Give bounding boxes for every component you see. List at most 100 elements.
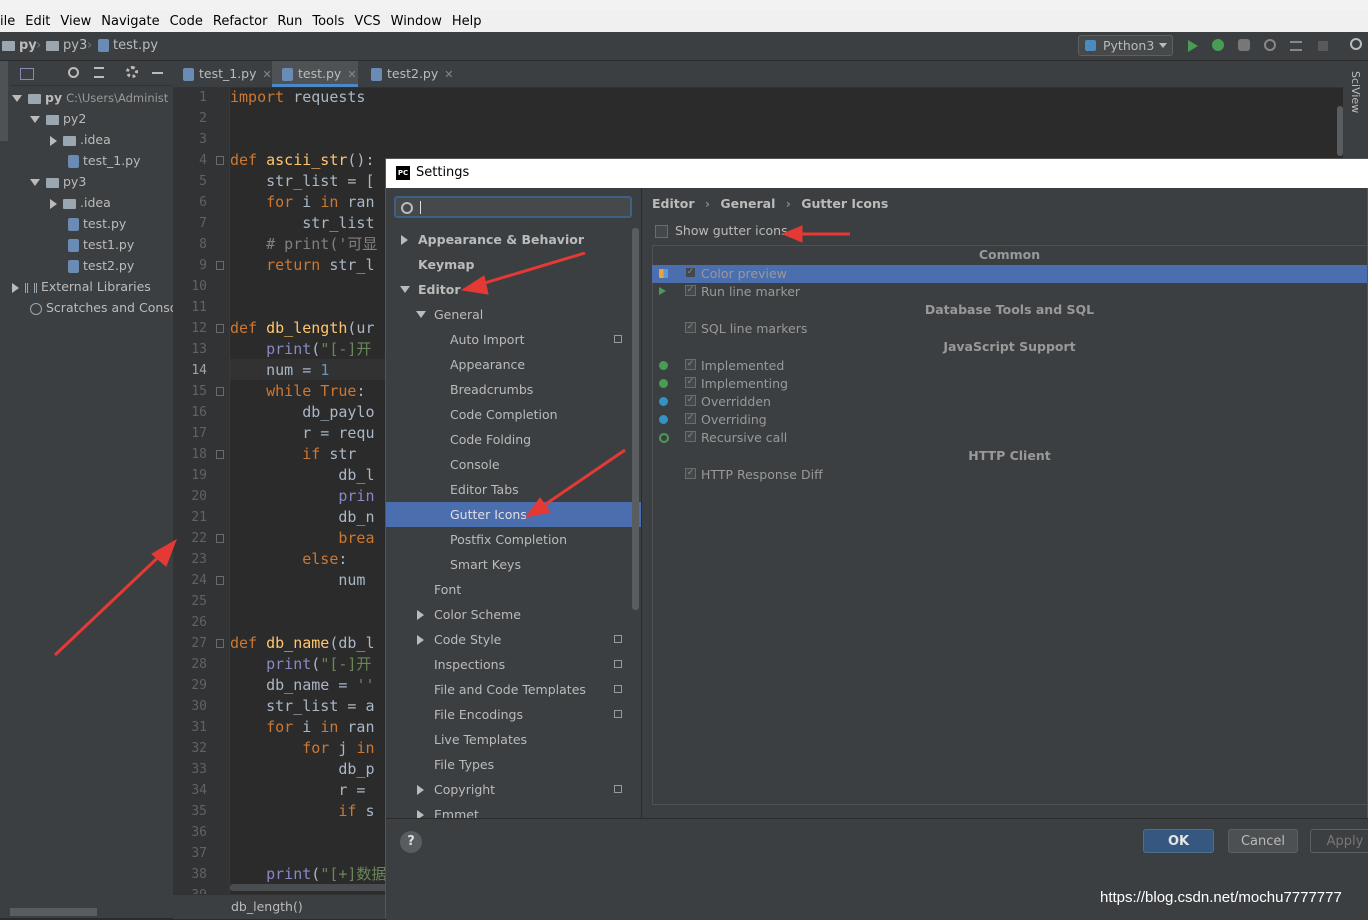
nav-file-encodings[interactable]: File Encodings (386, 702, 632, 727)
menu-edit[interactable]: Edit (25, 14, 50, 29)
fold-marker-icon[interactable] (216, 576, 224, 585)
tree-item-file[interactable]: test1.py (68, 234, 134, 255)
menu-file[interactable]: ile (0, 14, 15, 29)
menu-vcs[interactable]: VCS (354, 14, 380, 29)
tree-item-py[interactable]: py C:\Users\Administ (12, 87, 168, 108)
fold-marker-icon[interactable] (216, 450, 224, 459)
menu-window[interactable]: Window (391, 14, 442, 29)
menu-refactor[interactable]: Refactor (213, 14, 268, 29)
project-tool-tab[interactable] (0, 61, 8, 141)
nav-scrollbar[interactable] (632, 228, 639, 610)
ok-button[interactable]: OK (1143, 829, 1214, 853)
checkbox-checked[interactable]: ✓ (685, 413, 696, 424)
tree-item-file[interactable]: test.py (68, 213, 126, 234)
gear-icon[interactable] (126, 66, 138, 78)
tree-item-external-libraries[interactable]: External Libraries (12, 276, 151, 297)
tree-item-scratches[interactable]: Scratches and Consol (30, 297, 173, 318)
hide-icon[interactable] (152, 72, 163, 74)
nav-inspections[interactable]: Inspections (386, 652, 632, 677)
close-icon[interactable]: ✕ (263, 68, 272, 81)
stop-icon[interactable] (1318, 41, 1328, 51)
debug-icon[interactable] (1212, 39, 1224, 51)
tab-test2[interactable]: test2.py ✕ (361, 61, 477, 87)
status-breadcrumb[interactable]: db_length() (231, 899, 303, 914)
option-recursive-call[interactable]: ✓ Recursive call (652, 429, 1367, 447)
menu-run[interactable]: Run (277, 14, 302, 29)
nav-console[interactable]: Console (386, 452, 632, 477)
tab-test[interactable]: test.py ✕ (272, 61, 358, 87)
fold-marker-icon[interactable] (216, 387, 224, 396)
run-icon[interactable] (1188, 40, 1198, 52)
cancel-button[interactable]: Cancel (1228, 829, 1298, 853)
editor-vertical-scrollbar[interactable] (1337, 106, 1343, 156)
checkbox-checked[interactable]: ✓ (685, 468, 696, 479)
tree-item-idea[interactable]: .idea (50, 129, 111, 150)
checkbox-checked[interactable]: ✓ (685, 431, 696, 442)
tree-item-idea[interactable]: .idea (50, 192, 111, 213)
nav-appearance[interactable]: Appearance (386, 352, 632, 377)
checkbox-checked[interactable]: ✓ (685, 395, 696, 406)
fold-marker-icon[interactable] (216, 324, 224, 333)
option-http-response-diff[interactable]: ✓ HTTP Response Diff (652, 466, 1367, 484)
menu-navigate[interactable]: Navigate (101, 14, 159, 29)
fold-marker-icon[interactable] (216, 261, 224, 270)
close-icon[interactable]: ✕ (444, 68, 453, 81)
nav-color-scheme[interactable]: Color Scheme (386, 602, 632, 627)
locate-icon[interactable] (68, 67, 79, 78)
nav-postfix-completion[interactable]: Postfix Completion (386, 527, 632, 552)
concurrency-icon[interactable] (1290, 41, 1302, 51)
coverage-icon[interactable] (1238, 39, 1250, 51)
menu-tools[interactable]: Tools (312, 14, 344, 29)
option-overridden[interactable]: ✓ Overridden (652, 393, 1367, 411)
nav-breadcrumbs[interactable]: Breadcrumbs (386, 377, 632, 402)
tree-item-file[interactable]: test2.py (68, 255, 134, 276)
nav-general[interactable]: General (386, 302, 632, 327)
nav-copyright[interactable]: Copyright (386, 777, 632, 802)
nav-appearance-behavior[interactable]: Appearance & Behavior (386, 227, 632, 252)
breadcrumb-py3[interactable]: py3 (46, 38, 87, 53)
option-implemented[interactable]: ✓ Implemented (652, 357, 1367, 375)
nav-gutter-icons[interactable]: Gutter Icons (386, 502, 641, 527)
menu-view[interactable]: View (60, 14, 91, 29)
profile-icon[interactable] (1264, 39, 1276, 51)
menu-code[interactable]: Code (170, 14, 203, 29)
nav-live-templates[interactable]: Live Templates (386, 727, 632, 752)
option-color-preview[interactable]: ✓ Color preview (652, 265, 1367, 283)
project-view-icon[interactable] (20, 68, 34, 80)
option-overriding[interactable]: ✓ Overriding (652, 411, 1367, 429)
search-icon[interactable] (1350, 38, 1362, 50)
nav-emmet[interactable]: Emmet (386, 802, 632, 818)
fold-marker-icon[interactable] (216, 534, 224, 543)
nav-file-types[interactable]: File Types (386, 752, 632, 777)
nav-keymap[interactable]: Keymap (386, 252, 632, 277)
apply-button[interactable]: Apply (1310, 829, 1368, 853)
nav-code-completion[interactable]: Code Completion (386, 402, 632, 427)
sciview-tab[interactable]: SciView (1349, 71, 1362, 113)
nav-editor-tabs[interactable]: Editor Tabs (386, 477, 632, 502)
checkbox-checked[interactable]: ✓ (685, 285, 696, 296)
checkbox-checked[interactable]: ✓ (685, 377, 696, 388)
tree-item-py3[interactable]: py3 (30, 171, 86, 192)
tree-item-py2[interactable]: py2 (30, 108, 86, 129)
nav-code-style[interactable]: Code Style (386, 627, 632, 652)
close-icon[interactable]: ✕ (347, 68, 356, 81)
breadcrumb-root[interactable]: py (2, 38, 37, 53)
nav-font[interactable]: Font (386, 577, 632, 602)
nav-auto-import[interactable]: Auto Import (386, 327, 632, 352)
help-button[interactable]: ? (400, 831, 422, 853)
checkbox-unchecked[interactable] (655, 225, 668, 238)
horizontal-scrollbar[interactable] (10, 908, 97, 916)
tree-item-file[interactable]: test_1.py (68, 150, 141, 171)
option-run-line-marker[interactable]: ✓ Run line marker (652, 283, 1367, 301)
checkbox-checked[interactable]: ✓ (685, 359, 696, 370)
menu-help[interactable]: Help (452, 14, 482, 29)
option-implementing[interactable]: ✓ Implementing (652, 375, 1367, 393)
collapse-icon[interactable] (94, 67, 104, 78)
breadcrumb-file[interactable]: test.py (98, 38, 158, 53)
settings-search-input[interactable] (394, 196, 632, 218)
nav-editor[interactable]: Editor (386, 277, 632, 302)
fold-marker-icon[interactable] (216, 639, 224, 648)
option-sql-line-markers[interactable]: ✓ SQL line markers (652, 320, 1367, 338)
checkbox-checked[interactable]: ✓ (685, 267, 696, 278)
nav-code-folding[interactable]: Code Folding (386, 427, 632, 452)
